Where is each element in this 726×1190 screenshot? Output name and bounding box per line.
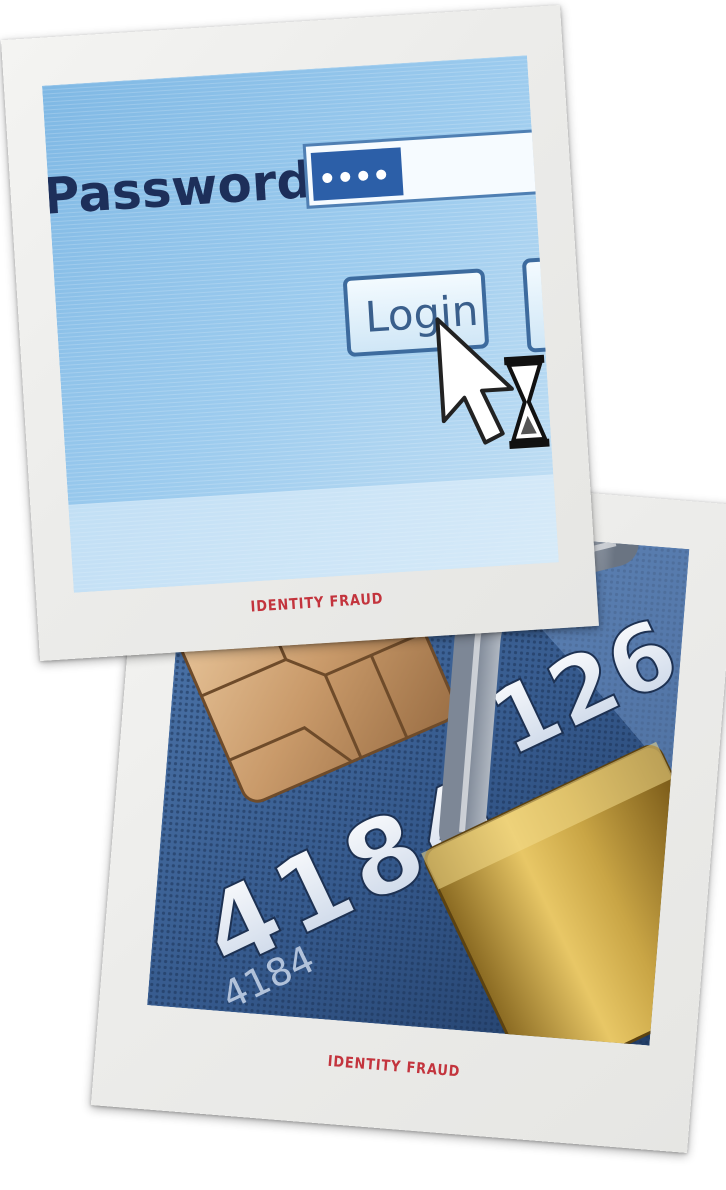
login-button-label: Login (364, 286, 480, 342)
login-screen-illustration: Password: Login (41, 55, 559, 593)
photo-caption: IDENTITY FRAUD (327, 1051, 461, 1081)
login-screen-photo: Password: Login (41, 55, 559, 593)
polaroid-login-screen: Password: Login IDENTITY FRAUD (1, 5, 599, 661)
